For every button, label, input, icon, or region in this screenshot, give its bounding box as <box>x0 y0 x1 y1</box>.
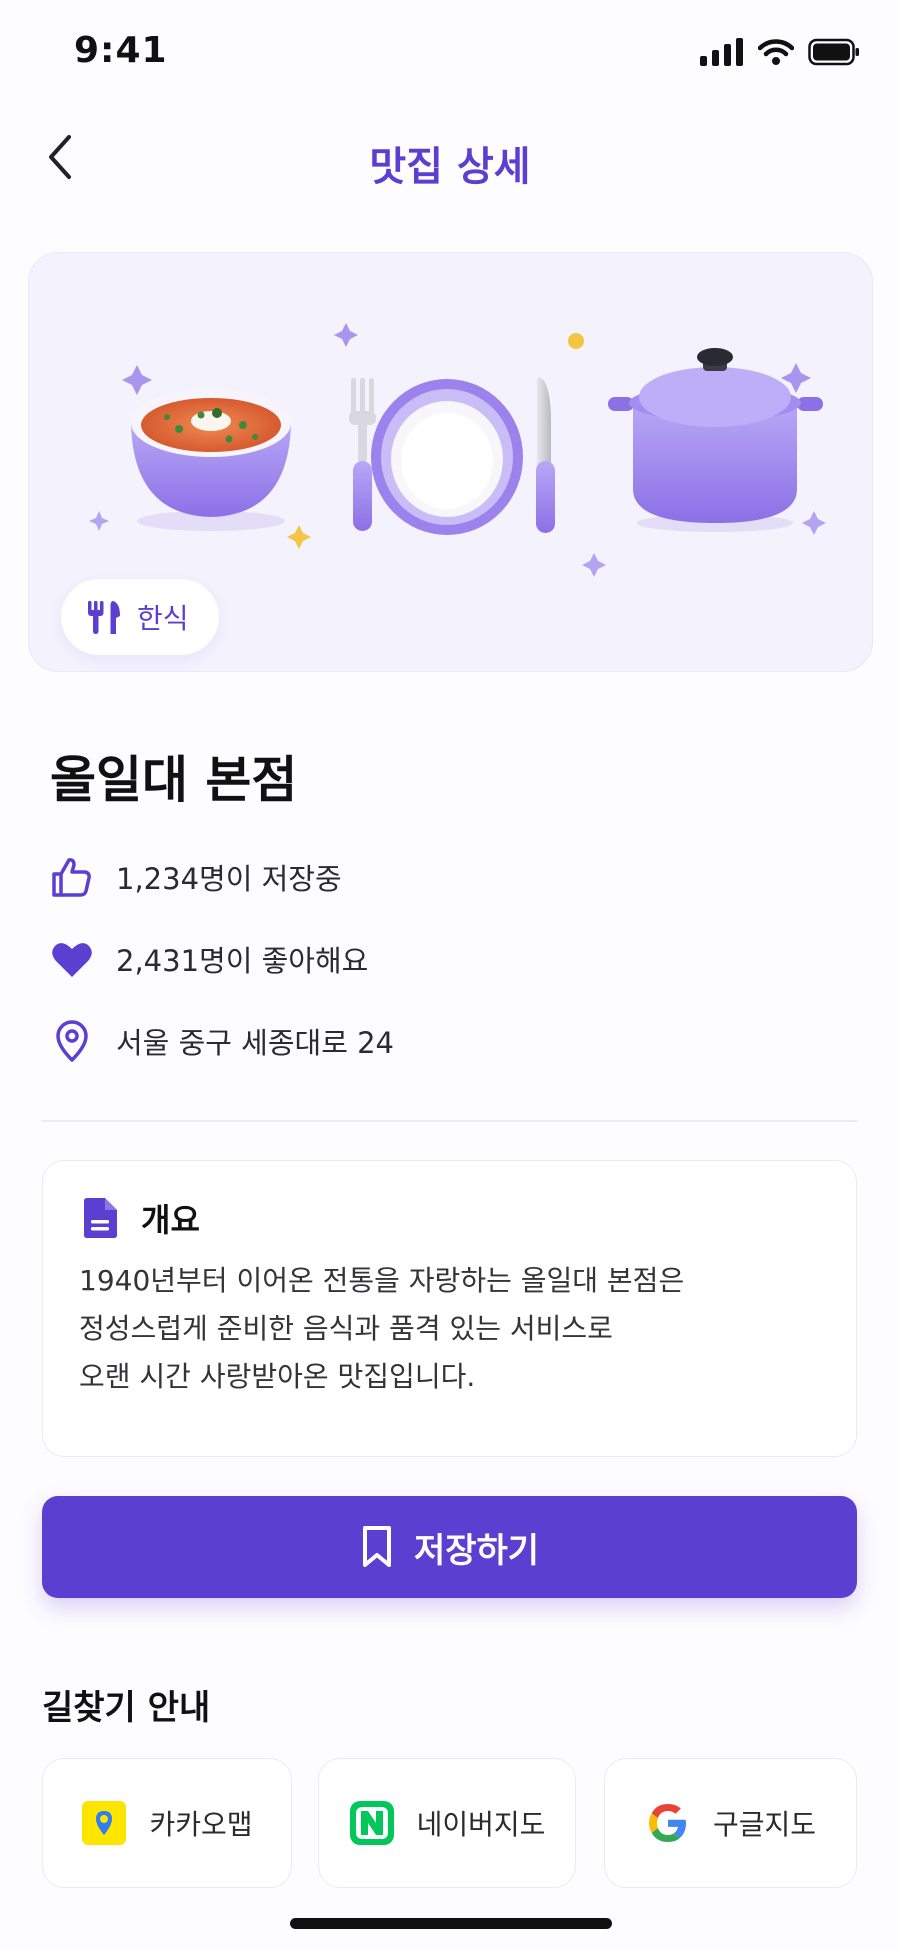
overview-line: 1940년부터 이어온 전통을 자랑하는 올일대 본점은 <box>79 1264 685 1297</box>
map-label: 카카오맵 <box>149 1808 253 1841</box>
address-row: 서울 중구 세종대로 24 <box>50 1016 394 1066</box>
google-maps-button[interactable]: 구글지도 <box>604 1758 857 1888</box>
kakaomap-button[interactable]: 카카오맵 <box>42 1758 292 1888</box>
save-button-label: 저장하기 <box>413 1530 540 1571</box>
kakaomap-icon <box>82 1801 127 1845</box>
category-chip: 한식 <box>61 579 219 655</box>
directions-title: 길찾기 안내 <box>42 1688 211 1728</box>
naver-map-icon <box>349 1801 394 1845</box>
likes-row: 2,431명이 좋아해요 <box>50 934 368 984</box>
map-label: 네이버지도 <box>416 1808 546 1841</box>
heart-icon <box>52 943 92 977</box>
status-icons <box>700 38 860 66</box>
status-time: 9:41 <box>74 30 168 71</box>
page-title: 맛집 상세 <box>369 144 531 190</box>
save-button[interactable]: 저장하기 <box>42 1496 857 1598</box>
overview-line: 오랜 시간 사랑받아온 맛집입니다. <box>79 1360 476 1393</box>
utensils-icon <box>88 601 120 634</box>
wifi-icon <box>758 39 794 65</box>
document-icon <box>84 1198 117 1238</box>
address-text: 서울 중구 세종대로 24 <box>116 1026 394 1060</box>
overview-description: 1940년부터 이어온 전통을 자랑하는 올일대 본점은 정성스럽게 준비한 음… <box>79 1257 820 1401</box>
google-maps-icon <box>648 1804 686 1842</box>
bookmark-icon <box>362 1526 391 1567</box>
status-bar: 9:41 <box>0 0 900 110</box>
hero-card: 한식 <box>28 252 873 672</box>
overview-heading: 개요 <box>141 1201 200 1239</box>
overview-header: 개요 <box>81 1195 200 1241</box>
cellular-signal-icon <box>700 38 743 66</box>
overview-line: 정성스럽게 준비한 음식과 품격 있는 서비스로 <box>79 1312 613 1345</box>
nav-bar: 맛집 상세 <box>0 112 900 204</box>
saves-row: 1,234명이 저장중 <box>50 852 342 902</box>
home-indicator <box>290 1918 612 1929</box>
map-label: 구글지도 <box>712 1808 817 1841</box>
battery-icon <box>808 38 859 66</box>
category-label: 한식 <box>137 602 189 635</box>
overview-card: 개요 1940년부터 이어온 전통을 자랑하는 올일대 본점은 정성스럽게 준비… <box>42 1160 857 1457</box>
naver-map-button[interactable]: 네이버지도 <box>318 1758 576 1888</box>
location-pin-icon <box>56 1020 88 1062</box>
thumbs-up-icon <box>52 858 91 897</box>
place-name: 올일대 본점 <box>50 751 298 809</box>
likes-count: 2,431명이 좋아해요 <box>116 944 369 978</box>
divider <box>42 1120 857 1122</box>
saves-count: 1,234명이 저장중 <box>116 862 342 896</box>
